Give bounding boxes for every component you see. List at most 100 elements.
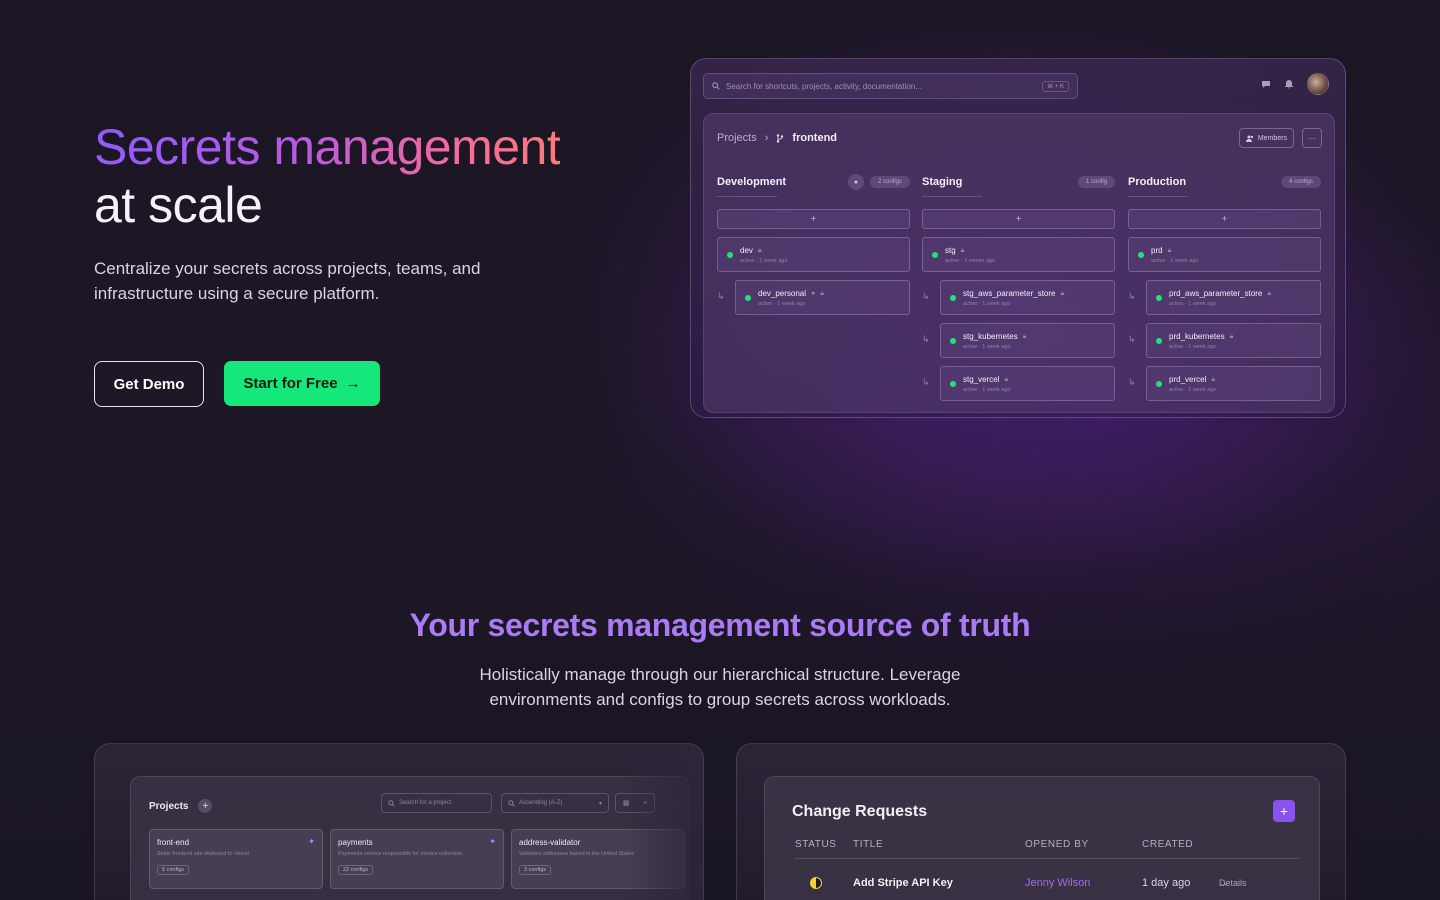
arrow-right-icon: → (345, 375, 361, 392)
config-card[interactable]: stg 🔒︎ active · 2 weeks ago (922, 237, 1115, 272)
config-card[interactable]: prd_vercel 🔒︎ active · 1 week ago (1146, 366, 1321, 401)
status-dot (950, 338, 956, 344)
add-config-button[interactable]: + (1128, 209, 1321, 229)
config-status: active · 2 weeks ago (945, 258, 996, 264)
config-status: active · 1 week ago (963, 387, 1011, 393)
add-config-button[interactable]: + (922, 209, 1115, 229)
section-subtitle-line2: environments and configs to group secret… (489, 690, 951, 709)
env-name: Staging (922, 176, 963, 188)
project-search-placeholder: Search for a project (399, 800, 452, 806)
config-status: active · 1 week ago (1169, 344, 1217, 350)
add-change-request-button[interactable]: + (1273, 800, 1295, 822)
user-icon: ● (811, 290, 816, 297)
lock-icon: 🔒︎ (1267, 289, 1272, 297)
search-placeholder: Search for shortcuts, projects, activity… (726, 81, 922, 91)
avatar[interactable] (1307, 73, 1329, 95)
config-count: 1 config (1077, 176, 1115, 188)
branch-config: ↳ prd_kubernetes 🔒︎ active · 1 week ago (1128, 323, 1321, 358)
user-icon: ● (847, 174, 864, 190)
project-search-input[interactable]: Search for a project (381, 793, 492, 813)
branch-arrow-icon: ↳ (1128, 291, 1136, 301)
breadcrumb-projects[interactable]: Projects (717, 132, 757, 144)
projects-header: Projects + (149, 799, 213, 813)
column-opened-by: OPENED BY (1025, 839, 1089, 850)
add-project-button[interactable]: + (198, 799, 213, 813)
lock-icon: 🔒︎ (757, 246, 762, 254)
branch-config: ↳ stg_kubernetes 🔒︎ active · 1 week ago (922, 323, 1115, 358)
config-card[interactable]: prd 🔒︎ active · 1 week ago (1128, 237, 1321, 272)
sort-label: Ascending (A-Z) (519, 800, 563, 806)
global-search-input[interactable]: Search for shortcuts, projects, activity… (703, 73, 1078, 99)
lock-icon: 🔒︎ (1167, 246, 1172, 254)
env-production: Production 4 configs + prd 🔒︎ active · 1 … (1128, 174, 1321, 401)
config-card[interactable]: stg_vercel 🔒︎ active · 1 week ago (940, 366, 1115, 401)
config-card[interactable]: stg_aws_parameter_store 🔒︎ active · 1 wee… (940, 280, 1115, 315)
search-icon (388, 799, 395, 807)
config-card[interactable]: stg_kubernetes 🔒︎ active · 1 week ago (940, 323, 1115, 358)
branch-arrow-icon: ↳ (922, 334, 930, 344)
status-dot (1138, 252, 1144, 258)
get-demo-label: Get Demo (113, 375, 185, 393)
branch-config: ↳ dev_personal ● 🔒︎ active · 1 week ago (717, 280, 910, 315)
sort-select[interactable]: Ascending (A-Z) ▾ (501, 793, 609, 813)
lock-icon: 🔒︎ (960, 246, 965, 254)
branch-config: ↳ prd_vercel 🔒︎ active · 1 week ago (1128, 366, 1321, 401)
chat-icon[interactable] (1261, 79, 1271, 89)
members-button[interactable]: Members (1238, 128, 1294, 148)
project-name: front-end (157, 838, 190, 847)
branch-arrow-icon: ↳ (717, 291, 725, 301)
search-icon (508, 799, 515, 807)
change-requests-title: Change Requests (792, 803, 928, 820)
status-dot (950, 381, 956, 387)
branch-arrow-icon: ↳ (922, 291, 930, 301)
config-name: prd_aws_parameter_store (1169, 289, 1263, 298)
column-created: CREATED (1142, 839, 1194, 850)
start-for-free-label: Start for Free (243, 375, 338, 392)
config-card[interactable]: prd_aws_parameter_store 🔒︎ active · 1 wee… (1146, 280, 1321, 315)
get-demo-button[interactable]: Get Demo (94, 361, 204, 407)
lock-icon: 🔒︎ (1004, 375, 1009, 383)
config-name: prd (1151, 246, 1163, 255)
request-author[interactable]: Jenny Wilson (1025, 877, 1090, 889)
branch-config: ↳ stg_aws_parameter_store 🔒︎ active · 1 w… (922, 280, 1115, 315)
lock-icon: 🔒︎ (1229, 332, 1234, 340)
bell-icon[interactable] (1284, 79, 1294, 89)
branch-config: ↳ stg_vercel 🔒︎ active · 1 week ago (922, 366, 1115, 401)
project-config-count: 3 configs (519, 865, 552, 875)
config-name: stg_vercel (963, 375, 1000, 384)
search-icon (712, 82, 720, 90)
status-dot (950, 295, 956, 301)
project-config-count: 5 configs (157, 865, 190, 875)
more-options-button[interactable]: ··· (1302, 128, 1322, 148)
pin-icon[interactable]: ✦ (489, 837, 496, 846)
section-subtitle-line1: Holistically manage through our hierarch… (479, 665, 961, 684)
config-card[interactable]: dev 🔒︎ active · 1 week ago (717, 237, 910, 272)
status-dot (727, 252, 733, 258)
users-icon (1245, 135, 1254, 142)
config-card[interactable]: dev_personal ● 🔒︎ active · 1 week ago (735, 280, 910, 315)
add-config-button[interactable]: + (717, 209, 910, 229)
lock-icon: 🔒︎ (1022, 332, 1027, 340)
env-staging: Staging 1 config + stg 🔒︎ active · 2 week… (922, 174, 1115, 401)
hero-title-gradient: Secrets management (94, 119, 561, 175)
config-name: prd_kubernetes (1169, 332, 1225, 341)
config-status: active · 1 week ago (963, 301, 1011, 307)
more-icon: ··· (1308, 133, 1316, 143)
arrow-right-icon: → (1219, 878, 1228, 888)
lock-icon: 🔒︎ (1211, 375, 1216, 383)
project-card[interactable]: payments ✦ Payments service responsible … (330, 829, 504, 889)
start-for-free-button[interactable]: Start for Free → (224, 361, 380, 406)
env-name: Development (717, 176, 787, 188)
project-name: payments (338, 838, 373, 847)
table-row[interactable]: Add Stripe API Key Jenny Wilson 1 day ag… (795, 877, 1299, 897)
project-card[interactable]: front-end ✦ Static frontend site deploye… (149, 829, 323, 889)
config-status: active · 1 week ago (740, 258, 788, 264)
request-created: 1 day ago (1142, 877, 1191, 889)
pin-icon[interactable]: ✦ (308, 837, 315, 846)
project-config-count: 22 configs (338, 865, 374, 875)
env-development: Development ● 2 configs + dev 🔒︎ active ·… (717, 174, 910, 315)
app-preview: Search for shortcuts, projects, activity… (690, 58, 1346, 418)
config-card[interactable]: prd_kubernetes 🔒︎ active · 1 week ago (1146, 323, 1321, 358)
branch-config: ↳ prd_aws_parameter_store 🔒︎ active · 1 w… (1128, 280, 1321, 315)
config-count: 4 configs (1280, 176, 1321, 188)
